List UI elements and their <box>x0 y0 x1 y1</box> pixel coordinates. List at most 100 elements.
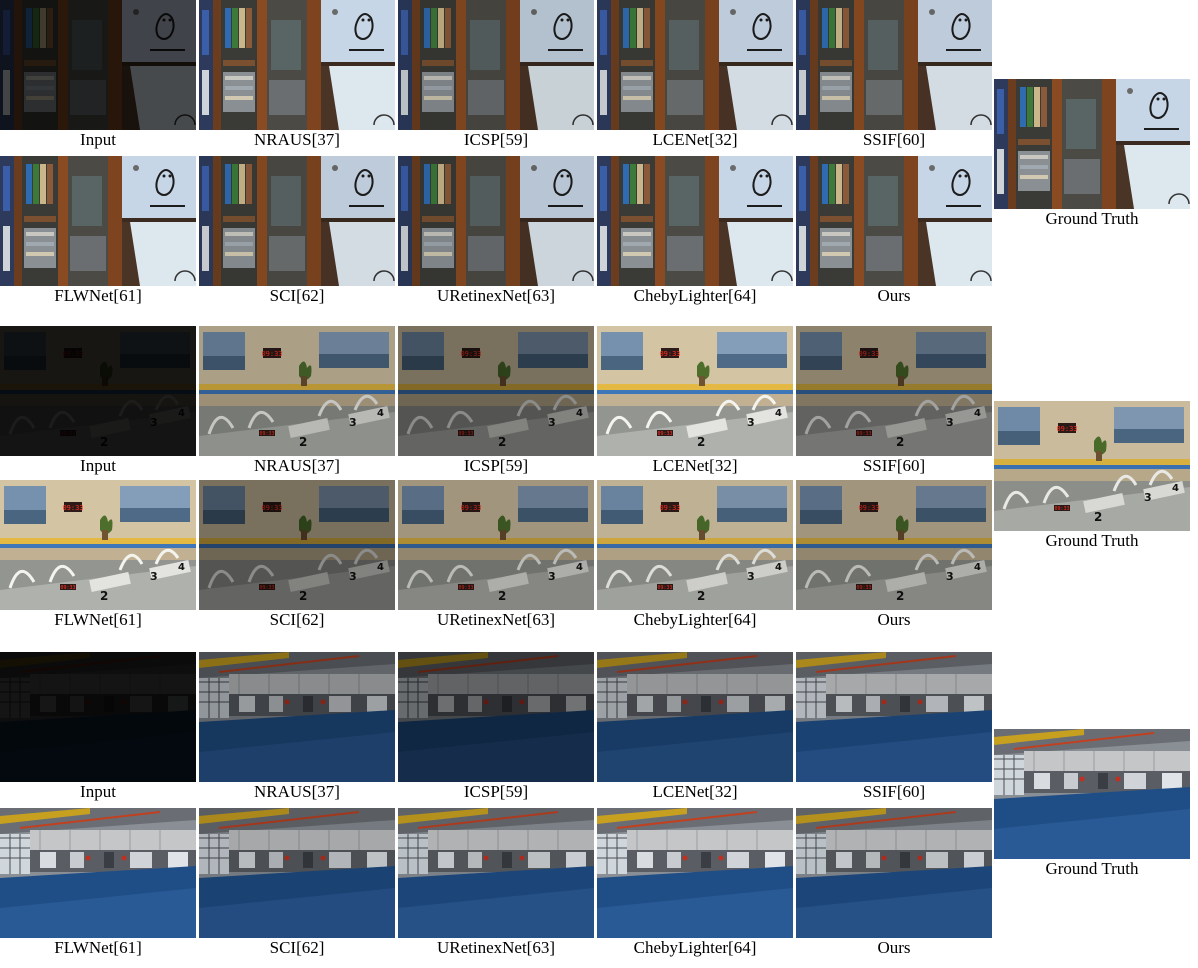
svg-text:2: 2 <box>1094 510 1102 524</box>
panel-hall-input: Input <box>0 652 196 802</box>
panel-hall-sci: SCI[62] <box>199 808 395 958</box>
image-pool-icsp: 09:33 2 3 4 09:33 <box>398 326 594 456</box>
svg-text:2: 2 <box>896 589 904 603</box>
panel-pool-uretinexnet: 09:33 2 3 4 09:33 URetinexNet[63] <box>398 480 594 630</box>
panel-cabinet-uretinexnet: URetinexNet[63] <box>398 156 594 306</box>
caption: URetinexNet[63] <box>436 286 556 305</box>
svg-text:09:33: 09:33 <box>1054 506 1069 512</box>
svg-text:3: 3 <box>548 570 556 583</box>
caption: SCI[62] <box>269 610 325 629</box>
panel-cabinet-nraus: NRAUS[37] <box>199 0 395 150</box>
image-hall-ssif <box>796 652 992 782</box>
image-cabinet-sci <box>199 156 395 286</box>
svg-text:09:33: 09:33 <box>659 350 680 358</box>
image-pool-uretinexnet: 09:33 2 3 4 09:33 <box>398 480 594 610</box>
svg-text:2: 2 <box>299 435 307 449</box>
image-hall-icsp <box>398 652 594 782</box>
panel-hall-uretinexnet: URetinexNet[63] <box>398 808 594 958</box>
panel-pool-chebylighter: 09:33 2 3 4 09:33 ChebyLighter[64] <box>597 480 793 630</box>
image-hall-ground-truth <box>994 729 1190 859</box>
svg-text:3: 3 <box>548 416 556 429</box>
panel-pool-lcenet: 09:33 2 3 4 09:33 LCENet[32] <box>597 326 793 476</box>
caption: SCI[62] <box>269 286 325 305</box>
svg-text:09:33: 09:33 <box>259 431 274 437</box>
caption: ChebyLighter[64] <box>633 610 757 629</box>
svg-text:4: 4 <box>178 408 185 419</box>
caption: NRAUS[37] <box>254 456 340 475</box>
panel-cabinet-input: Input <box>0 0 196 150</box>
image-hall-sci <box>199 808 395 938</box>
svg-text:2: 2 <box>498 589 506 603</box>
caption: Input <box>80 456 116 475</box>
panel-cabinet-ours: Ours <box>796 156 992 306</box>
svg-text:09:33: 09:33 <box>657 585 672 591</box>
image-cabinet-icsp <box>398 0 594 130</box>
image-hall-uretinexnet <box>398 808 594 938</box>
svg-text:2: 2 <box>697 589 705 603</box>
svg-text:09:33: 09:33 <box>62 504 83 512</box>
svg-text:09:33: 09:33 <box>259 585 274 591</box>
image-cabinet-input <box>0 0 196 130</box>
svg-text:09:33: 09:33 <box>62 350 83 358</box>
image-cabinet-ours <box>796 156 992 286</box>
image-hall-input <box>0 652 196 782</box>
svg-text:09:33: 09:33 <box>60 431 75 437</box>
caption: FLWNet[61] <box>54 938 142 957</box>
panel-hall-ground-truth: Ground Truth <box>994 729 1190 879</box>
svg-text:09:33: 09:33 <box>858 504 879 512</box>
svg-text:09:33: 09:33 <box>657 431 672 437</box>
panel-hall-nraus: NRAUS[37] <box>199 652 395 802</box>
svg-text:4: 4 <box>974 562 981 573</box>
panel-pool-nraus: 09:33 2 3 4 09:33 NRAUS[37] <box>199 326 395 476</box>
panel-cabinet-ground-truth: Ground Truth <box>994 79 1190 229</box>
svg-text:3: 3 <box>946 416 954 429</box>
caption: SSIF[60] <box>862 456 926 475</box>
svg-text:3: 3 <box>150 416 158 429</box>
panel-pool-ssif: 09:33 2 3 4 09:33 SSIF[60] <box>796 326 992 476</box>
image-cabinet-ground-truth <box>994 79 1190 209</box>
panel-pool-input: 09:33 2 3 4 09:33 Input <box>0 326 196 476</box>
svg-text:09:33: 09:33 <box>261 504 282 512</box>
svg-text:09:33: 09:33 <box>858 350 879 358</box>
image-hall-chebylighter <box>597 808 793 938</box>
panel-hall-ssif: SSIF[60] <box>796 652 992 802</box>
caption: ICSP[59] <box>463 130 529 149</box>
caption: ChebyLighter[64] <box>633 286 757 305</box>
image-cabinet-lcenet <box>597 0 793 130</box>
caption: Ground Truth <box>1045 531 1139 550</box>
panel-hall-icsp: ICSP[59] <box>398 652 594 802</box>
svg-text:4: 4 <box>1172 483 1179 494</box>
image-pool-lcenet: 09:33 2 3 4 09:33 <box>597 326 793 456</box>
svg-text:4: 4 <box>377 562 384 573</box>
panel-cabinet-icsp: ICSP[59] <box>398 0 594 150</box>
panel-pool-ours: 09:33 2 3 4 09:33 Ours <box>796 480 992 630</box>
panel-hall-ours: Ours <box>796 808 992 958</box>
svg-text:2: 2 <box>498 435 506 449</box>
svg-text:4: 4 <box>974 408 981 419</box>
image-pool-chebylighter: 09:33 2 3 4 09:33 <box>597 480 793 610</box>
image-cabinet-chebylighter <box>597 156 793 286</box>
panel-cabinet-lcenet: LCENet[32] <box>597 0 793 150</box>
svg-text:3: 3 <box>747 416 755 429</box>
caption: LCENet[32] <box>652 782 738 801</box>
caption: ChebyLighter[64] <box>633 938 757 957</box>
image-hall-ours <box>796 808 992 938</box>
image-cabinet-flwnet <box>0 156 196 286</box>
svg-text:2: 2 <box>100 435 108 449</box>
image-pool-ground-truth: 09:33 2 3 4 09:33 <box>994 401 1190 531</box>
panel-pool-sci: 09:33 2 3 4 09:33 SCI[62] <box>199 480 395 630</box>
panel-pool-icsp: 09:33 2 3 4 09:33 ICSP[59] <box>398 326 594 476</box>
svg-text:09:33: 09:33 <box>458 431 473 437</box>
svg-text:4: 4 <box>775 562 782 573</box>
caption: NRAUS[37] <box>254 130 340 149</box>
svg-text:3: 3 <box>1144 491 1152 504</box>
panel-pool-flwnet: 09:33 2 3 4 09:33 FLWNet[61] <box>0 480 196 630</box>
svg-text:09:33: 09:33 <box>458 585 473 591</box>
panel-cabinet-ssif: SSIF[60] <box>796 0 992 150</box>
image-pool-sci: 09:33 2 3 4 09:33 <box>199 480 395 610</box>
image-cabinet-uretinexnet <box>398 156 594 286</box>
panel-cabinet-chebylighter: ChebyLighter[64] <box>597 156 793 306</box>
panel-hall-flwnet: FLWNet[61] <box>0 808 196 958</box>
image-cabinet-nraus <box>199 0 395 130</box>
panel-cabinet-flwnet: FLWNet[61] <box>0 156 196 306</box>
